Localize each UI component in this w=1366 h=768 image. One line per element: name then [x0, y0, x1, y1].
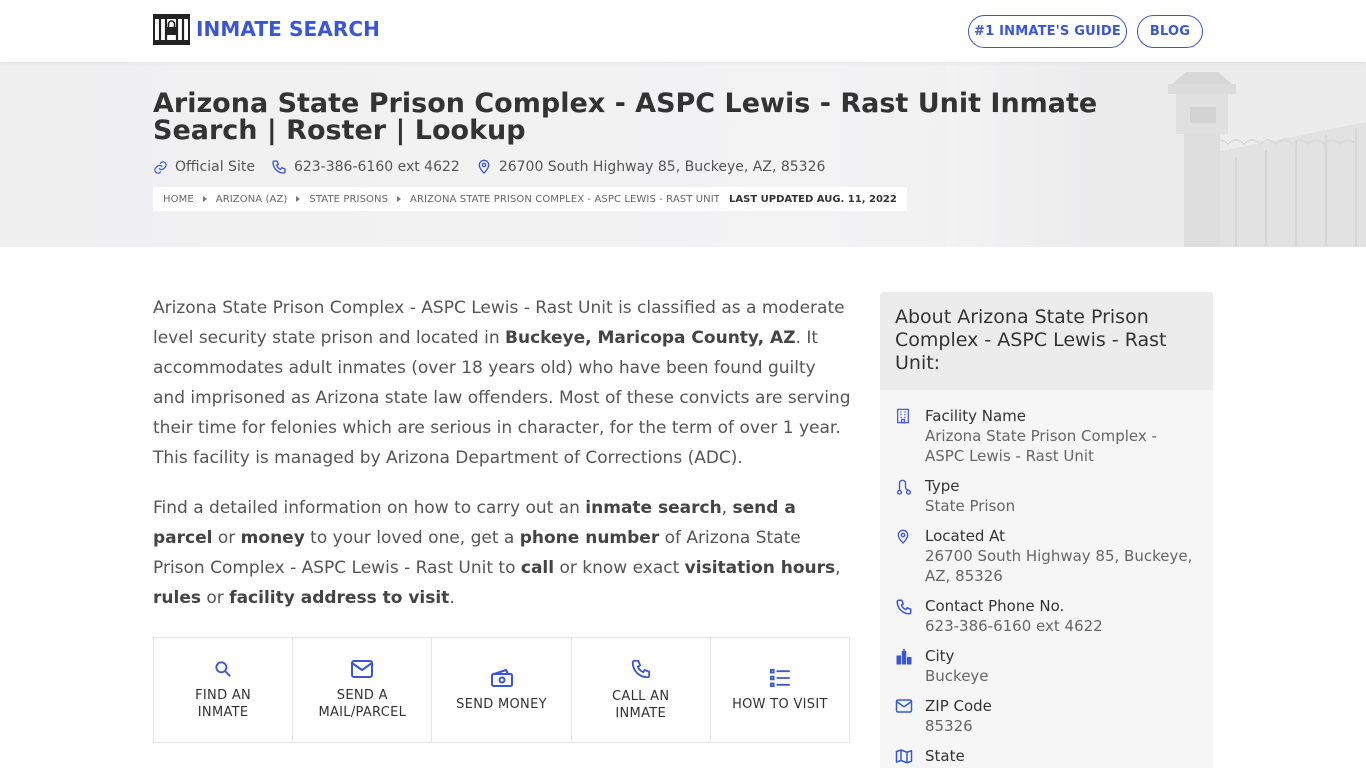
intro-text-part: .	[449, 588, 455, 608]
breadcrumb-separator-icon	[202, 196, 207, 202]
map-pin-icon	[897, 529, 909, 544]
keyword-highlight: visitation hours	[684, 558, 836, 578]
site-header: INMATE SEARCH #1 INMATE'S GUIDE BLOG	[0, 0, 1366, 62]
tile-label-line: INMATE	[615, 706, 667, 721]
detail-contact-phone: Contact Phone No. 623-386-6160 ext 4622	[895, 596, 1198, 636]
phone-item: 623-386-6160 ext 4622	[271, 159, 460, 175]
tile-label-line: SEND A	[336, 688, 388, 703]
breadcrumb-home[interactable]: HOME	[163, 194, 194, 205]
sidebar-heading: About Arizona State Prison Complex - ASP…	[880, 292, 1213, 390]
address-text: 26700 South Highway 85, Buckeye, AZ, 853…	[498, 159, 826, 175]
route-icon	[896, 479, 912, 495]
keyword-highlight: call	[520, 558, 555, 578]
tile-label-line: CALL AN	[612, 689, 670, 704]
keyword-highlight: money	[240, 528, 305, 548]
breadcrumb: HOME ARIZONA (AZ) STATE PRISONS ARIZONA …	[153, 187, 730, 211]
intro-text-part: or	[200, 588, 230, 608]
intro-text-part: or know exact	[554, 558, 685, 578]
detail-value[interactable]: 623-386-6160 ext 4622	[925, 616, 1198, 636]
breadcrumb-state-prisons[interactable]: STATE PRISONS	[309, 194, 388, 205]
detail-located-at: Located At 26700 South Highway 85, Buckey…	[895, 526, 1198, 586]
phone-icon	[272, 160, 286, 174]
blog-button[interactable]: BLOG	[1137, 15, 1203, 48]
phone-link[interactable]: 623-386-6160 ext 4622	[294, 159, 460, 175]
intro-paragraph-1: Arizona State Prison Complex - ASPC Lewi…	[153, 293, 853, 473]
detail-value: 26700 South Highway 85, Buckeye, AZ, 853…	[925, 547, 1193, 585]
detail-value: 85326	[925, 717, 973, 735]
prison-logo-icon	[153, 13, 190, 45]
brand-name: INMATE SEARCH	[196, 17, 380, 41]
call-inmate-tile[interactable]: CALL AN INMATE	[572, 638, 711, 742]
keyword-highlight: rules	[153, 588, 201, 608]
breadcrumb-current: ARIZONA STATE PRISON COMPLEX - ASPC LEWI…	[410, 193, 720, 205]
detail-type: Type State Prison	[895, 476, 1198, 516]
intro-text-part: . It accommodates adult inmates (over 18…	[153, 328, 851, 468]
inmates-guide-button[interactable]: #1 INMATE'S GUIDE	[968, 15, 1127, 48]
list-icon	[769, 668, 790, 687]
official-site-item: Official Site	[153, 159, 255, 175]
detail-value: State Prison	[925, 497, 1016, 515]
about-sidebar: About Arizona State Prison Complex - ASP…	[880, 292, 1213, 768]
detail-label: Facility Name	[925, 407, 1026, 425]
facility-meta-row: Official Site 623-386-6160 ext 4622 2670…	[153, 157, 841, 177]
money-icon	[490, 668, 513, 687]
envelope-icon	[895, 699, 913, 713]
tile-label-line: SEND MONEY	[456, 696, 547, 712]
keyword-highlight: phone number	[519, 528, 660, 548]
detail-facility-name: Facility Name Arizona State Prison Comple…	[895, 406, 1198, 466]
breadcrumb-separator-icon	[397, 196, 402, 202]
mail-icon	[351, 660, 374, 678]
tile-label-line: HOW TO VISIT	[732, 696, 828, 712]
city-icon	[896, 648, 912, 665]
address-item: 26700 South Highway 85, Buckeye, AZ, 853…	[476, 159, 826, 175]
facility-details-list: Facility Name Arizona State Prison Comple…	[880, 390, 1213, 768]
phone-icon	[631, 659, 650, 679]
intro-text: Arizona State Prison Complex - ASPC Lewi…	[153, 293, 853, 633]
brand-logo-link[interactable]: INMATE SEARCH	[153, 13, 380, 45]
intro-text-part: Find a detailed information on how to ca…	[153, 498, 586, 518]
detail-label: Located At	[925, 527, 1005, 545]
detail-label: City	[925, 647, 955, 665]
breadcrumb-separator-icon	[296, 196, 301, 202]
keyword-highlight: facility address to visit	[229, 588, 450, 608]
detail-value: Buckeye	[925, 667, 989, 685]
search-icon	[215, 661, 231, 677]
intro-text-part: ,	[721, 498, 733, 518]
detail-value: Arizona State Prison Complex - ASPC Lewi…	[925, 427, 1157, 465]
hero-banner: Arizona State Prison Complex - ASPC Lewi…	[0, 62, 1366, 247]
link-icon	[154, 160, 167, 174]
detail-city: City Buckeye	[895, 646, 1198, 686]
detail-label: ZIP Code	[925, 697, 992, 715]
intro-paragraph-2: Find a detailed information on how to ca…	[153, 493, 853, 613]
detail-label: State	[925, 747, 965, 765]
breadcrumb-arizona[interactable]: ARIZONA (AZ)	[216, 194, 288, 205]
phone-icon	[896, 599, 912, 615]
official-site-link[interactable]: Official Site	[175, 159, 255, 175]
detail-zip-code: ZIP Code 85326	[895, 696, 1198, 736]
tile-label-line: MAIL/PARCEL	[318, 705, 407, 720]
tile-label-line: INMATE	[197, 705, 249, 720]
intro-text-part: ,	[835, 558, 841, 578]
find-inmate-tile[interactable]: FIND AN INMATE	[154, 638, 294, 742]
map-pin-icon	[478, 159, 490, 174]
send-mail-tile[interactable]: SEND A MAIL/PARCEL	[293, 638, 433, 742]
intro-text-part: or	[212, 528, 241, 548]
keyword-highlight: inmate search	[585, 498, 722, 518]
send-money-tile[interactable]: SEND MONEY	[432, 638, 572, 742]
action-tiles: FIND AN INMATE SEND A MAIL/PARCEL SEND M…	[153, 637, 850, 743]
tile-label-line: FIND AN	[195, 688, 252, 703]
location-highlight: Buckeye, Maricopa County, AZ	[505, 328, 796, 348]
detail-state: State	[895, 746, 1198, 768]
building-icon	[897, 408, 909, 424]
intro-text-part: to your loved one, get a	[304, 528, 520, 548]
last-updated-badge: LAST UPDATED AUG. 11, 2022	[719, 187, 907, 211]
detail-label: Type	[925, 477, 960, 495]
detail-label: Contact Phone No.	[925, 597, 1065, 615]
map-icon	[895, 749, 913, 764]
page-title: Arizona State Prison Complex - ASPC Lewi…	[153, 88, 1098, 146]
how-to-visit-tile[interactable]: HOW TO VISIT	[711, 638, 849, 742]
